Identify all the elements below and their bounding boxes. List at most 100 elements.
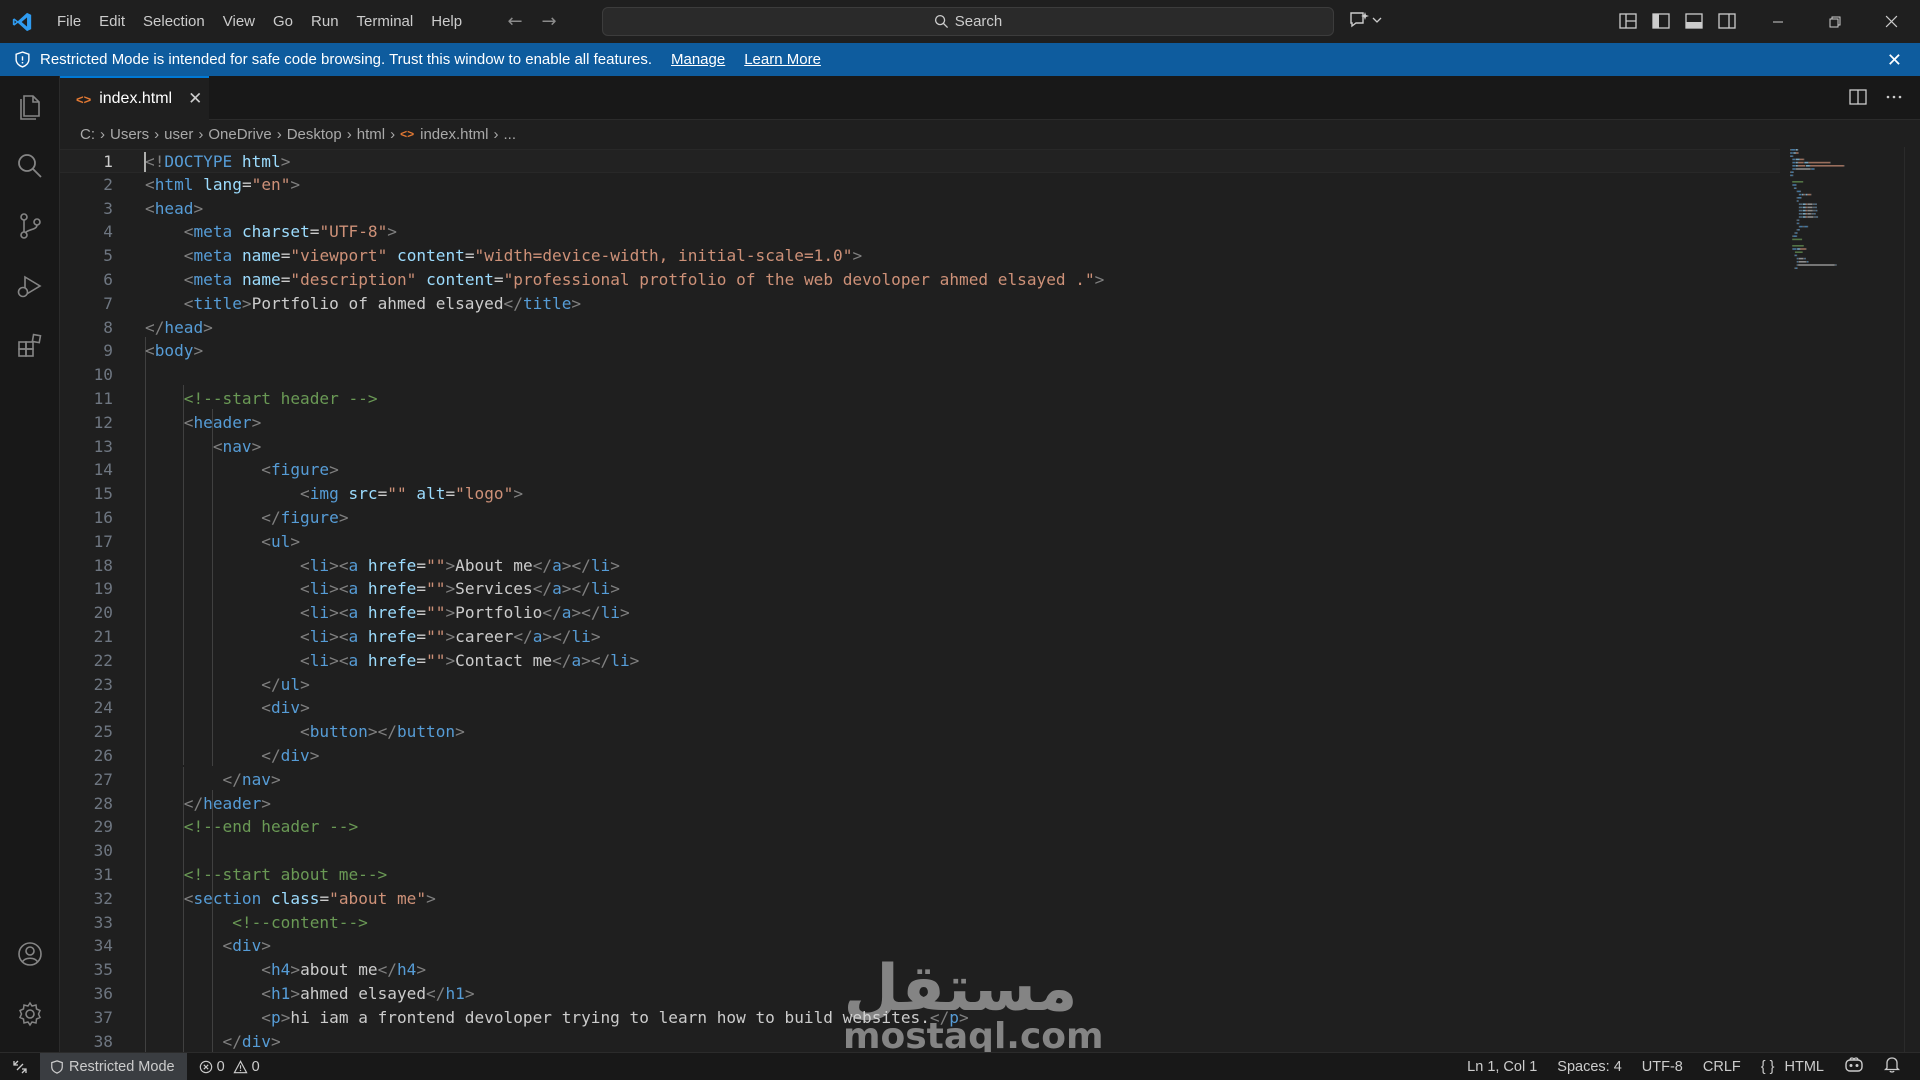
line-code: <li><a hrefe="">Contact me</a></li> bbox=[145, 649, 639, 673]
gear-icon[interactable] bbox=[14, 998, 46, 1030]
toggle-primary-sidebar-icon[interactable] bbox=[1651, 11, 1671, 31]
learn-more-link[interactable]: Learn More bbox=[744, 51, 821, 68]
code-token: > bbox=[290, 984, 301, 1003]
close-icon[interactable]: ✕ bbox=[188, 89, 202, 109]
line-number: 35 bbox=[93, 960, 113, 980]
arrow-left-icon[interactable]: ← bbox=[505, 11, 525, 32]
problems-status[interactable]: 0 0 bbox=[199, 1059, 260, 1075]
minimap[interactable] bbox=[1788, 147, 1884, 467]
breadcrumb-item[interactable]: html bbox=[357, 126, 385, 143]
tab-index-html[interactable]: <> index.html ✕ bbox=[60, 76, 209, 120]
source-control-icon[interactable] bbox=[14, 210, 46, 242]
extensions-icon[interactable] bbox=[14, 330, 46, 362]
minimap-token bbox=[1796, 257, 1798, 260]
explorer-icon[interactable] bbox=[14, 90, 46, 122]
code-token: p bbox=[270, 1007, 281, 1027]
code-token: "logo" bbox=[455, 484, 514, 504]
code-editor[interactable]: 1 <!DOCTYPE html> 2 <html lang="en"> 3 <head>… bbox=[60, 147, 1900, 1052]
activity-bar bbox=[0, 76, 60, 1052]
language-mode[interactable]: { } HTML bbox=[1751, 1059, 1834, 1075]
copilot-status-icon[interactable] bbox=[1834, 1056, 1874, 1078]
code-token: < bbox=[261, 698, 271, 718]
breadcrumb-item[interactable]: user bbox=[164, 126, 193, 143]
minimap-token bbox=[1798, 219, 1800, 221]
close-window-icon[interactable] bbox=[1863, 0, 1920, 43]
minimap-token bbox=[1795, 168, 1797, 170]
braces-icon: { } bbox=[1760, 1058, 1775, 1075]
code-token: = bbox=[280, 246, 291, 266]
breadcrumb-item[interactable]: index.html bbox=[420, 126, 488, 143]
close-icon[interactable]: ✕ bbox=[1887, 50, 1902, 71]
minimap-token bbox=[1799, 213, 1801, 215]
cursor-position[interactable]: Ln 1, Col 1 bbox=[1457, 1059, 1547, 1075]
minimize-icon[interactable] bbox=[1749, 0, 1806, 43]
minimap-token bbox=[1834, 264, 1836, 266]
vertical-scrollbar[interactable] bbox=[1904, 147, 1918, 1052]
menu-item-selection[interactable]: Selection bbox=[134, 0, 214, 43]
manage-link[interactable]: Manage bbox=[671, 51, 725, 68]
encoding-status[interactable]: UTF-8 bbox=[1632, 1059, 1693, 1075]
minimap-token bbox=[1797, 232, 1798, 234]
arrow-right-icon[interactable]: → bbox=[539, 11, 559, 32]
breadcrumb-item[interactable]: C: bbox=[80, 126, 95, 143]
code-token: header bbox=[193, 412, 252, 432]
menu-item-help[interactable]: Help bbox=[422, 0, 471, 43]
code-token: = bbox=[241, 174, 252, 194]
code-line: 8 </head> bbox=[60, 316, 1780, 340]
menu-item-edit[interactable]: Edit bbox=[90, 0, 134, 43]
code-token: < bbox=[261, 984, 271, 1003]
line-code: <section class="about me"> bbox=[145, 887, 436, 911]
minimap-token bbox=[1805, 213, 1808, 215]
chevron-right-icon: › bbox=[100, 125, 105, 143]
breadcrumb-item[interactable]: Users bbox=[110, 126, 149, 143]
toggle-panel-icon[interactable] bbox=[1684, 11, 1704, 31]
minimap-token bbox=[1814, 168, 1815, 170]
minimap-token bbox=[1792, 245, 1804, 247]
copilot-button[interactable] bbox=[1348, 10, 1382, 30]
minimap-token bbox=[1801, 206, 1803, 209]
menu-item-run[interactable]: Run bbox=[302, 0, 348, 43]
minimap-token bbox=[1795, 161, 1798, 164]
menu-item-file[interactable]: File bbox=[48, 0, 90, 43]
split-editor-icon[interactable] bbox=[1848, 87, 1868, 107]
code-token: </ bbox=[513, 627, 533, 646]
indentation-status[interactable]: Spaces: 4 bbox=[1547, 1059, 1632, 1075]
toggle-secondary-sidebar-icon[interactable] bbox=[1717, 11, 1737, 31]
breadcrumb-item[interactable]: ... bbox=[503, 126, 516, 143]
code-token: = bbox=[319, 888, 330, 908]
code-token: > bbox=[270, 1031, 281, 1051]
command-center-search[interactable]: Search bbox=[602, 7, 1334, 36]
minimap-token bbox=[1795, 149, 1798, 151]
line-code: <header> bbox=[145, 411, 262, 435]
breadcrumb-item[interactable]: OneDrive bbox=[208, 126, 271, 143]
restore-icon[interactable] bbox=[1806, 0, 1863, 43]
code-token: hrefe bbox=[367, 555, 417, 575]
minimap-token bbox=[1796, 261, 1798, 263]
code-line: 19 <li><a hrefe="">Services</a></li> bbox=[60, 577, 1780, 601]
breadcrumb-item[interactable]: Desktop bbox=[287, 126, 342, 143]
restricted-mode-status[interactable]: Restricted Mode bbox=[40, 1053, 187, 1080]
code-token: < bbox=[300, 627, 310, 646]
run-and-debug-icon[interactable] bbox=[14, 270, 46, 302]
minimap-token bbox=[1790, 152, 1791, 154]
minimap-token bbox=[1804, 161, 1809, 164]
customize-layout-icon[interactable] bbox=[1618, 11, 1638, 31]
menu-item-terminal[interactable]: Terminal bbox=[348, 0, 423, 43]
minimap-token bbox=[1810, 213, 1812, 215]
menu-item-go[interactable]: Go bbox=[264, 0, 302, 43]
menu-item-view[interactable]: View bbox=[214, 0, 264, 43]
minimap-token bbox=[1808, 161, 1831, 164]
code-token: ahmed elsayed bbox=[300, 984, 427, 1003]
more-actions-icon[interactable] bbox=[1884, 87, 1904, 107]
search-icon[interactable] bbox=[14, 150, 46, 182]
eol-status[interactable]: CRLF bbox=[1693, 1059, 1751, 1075]
remote-icon[interactable] bbox=[0, 1053, 40, 1080]
bell-icon[interactable] bbox=[1874, 1056, 1910, 1077]
minimap-token bbox=[1812, 203, 1814, 205]
code-token: meta bbox=[193, 270, 233, 289]
code-token: "description" bbox=[290, 270, 417, 289]
code-token: content bbox=[426, 270, 494, 289]
account-icon[interactable] bbox=[14, 938, 46, 970]
